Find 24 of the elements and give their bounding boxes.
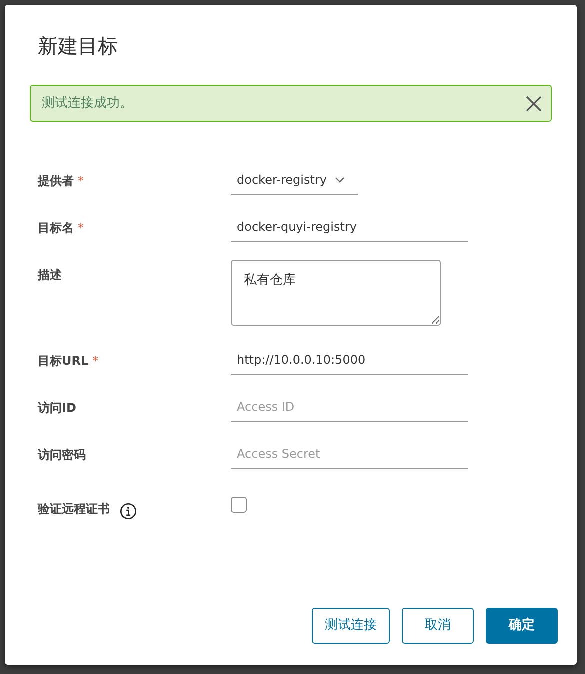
alert-message: 测试连接成功。 bbox=[42, 94, 134, 113]
caret-icon bbox=[334, 177, 345, 183]
dialog-title: 新建目标 bbox=[38, 33, 119, 59]
input-field[interactable]: Access Secret bbox=[231, 440, 468, 469]
required-asterisk: * bbox=[78, 220, 84, 237]
field-label: 描述 bbox=[38, 267, 62, 284]
field-label: 提供者 bbox=[38, 173, 74, 190]
provider-dropdown[interactable]: docker-registry bbox=[231, 166, 358, 195]
field-label: 目标名 bbox=[38, 220, 74, 237]
confirm-button[interactable]: 确定 bbox=[486, 608, 558, 644]
input-field[interactable]: http://10.0.0.10:5000 bbox=[231, 346, 468, 375]
field-label: 验证远程证书 bbox=[38, 500, 110, 518]
field-label: 访问密码 bbox=[38, 447, 86, 464]
field-label: 访问ID bbox=[38, 400, 76, 417]
required-asterisk: * bbox=[92, 353, 99, 370]
dialog-button[interactable]: 测试连接 bbox=[312, 608, 390, 644]
input-field[interactable]: Access ID bbox=[231, 393, 468, 422]
required-asterisk: * bbox=[78, 173, 84, 190]
description-field[interactable]: 私有仓库 bbox=[231, 260, 441, 326]
info-icon[interactable] bbox=[120, 503, 137, 520]
dialog-button[interactable]: 取消 bbox=[402, 608, 474, 644]
input-field[interactable]: docker-quyi-registry bbox=[231, 213, 468, 242]
checkbox[interactable] bbox=[231, 497, 247, 513]
field-label: 目标URL bbox=[38, 353, 89, 370]
